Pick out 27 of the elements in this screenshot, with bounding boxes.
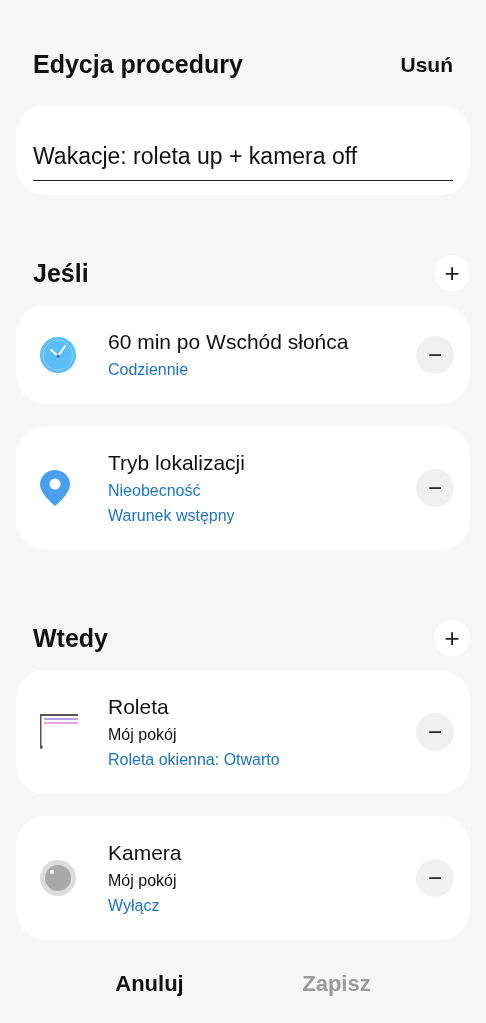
section-title: Wtedy <box>33 623 108 653</box>
item-card[interactable]: Kamera Mój pokój Wyłącz − <box>16 816 470 940</box>
item-title: Roleta <box>108 694 170 720</box>
item-card[interactable]: Tryb lokalizacji Nieobecność Warunek wstępny − <box>16 426 470 550</box>
delete-button[interactable]: Usuń <box>400 52 453 77</box>
page-title: Edycja procedury <box>33 50 243 79</box>
item-title: 60 min po Wschód słońca <box>108 329 350 355</box>
add-button[interactable]: + <box>434 255 470 291</box>
remove-button[interactable]: − <box>416 859 454 897</box>
item-location: Mój pokój <box>108 725 178 745</box>
remove-button[interactable]: − <box>416 713 454 751</box>
item-value: Wyłącz <box>108 896 161 916</box>
item-location: Mój pokój <box>108 871 178 891</box>
item-value: Roleta okienna: Otwarto <box>108 750 281 770</box>
item-value: Codziennie <box>108 360 190 380</box>
add-button[interactable]: + <box>434 620 470 656</box>
item-title: Kamera <box>108 840 183 866</box>
name-field[interactable]: Wakacje: roleta up + kamera off <box>16 105 470 195</box>
item-value: Nieobecność <box>108 481 202 501</box>
item-title: Tryb lokalizacji <box>108 450 246 476</box>
remove-button[interactable]: − <box>416 469 454 507</box>
remove-button[interactable]: − <box>416 335 454 374</box>
footer-button[interactable]: Anuluj <box>105 965 194 1003</box>
item-card[interactable]: Roleta Mój pokój Roleta okienna: Otwarto − <box>16 670 470 794</box>
section-title: Jeśli <box>33 258 89 288</box>
item-value: Warunek wstępny <box>108 506 236 526</box>
item-card[interactable]: 60 min po Wschód słońca Codziennie − <box>16 305 470 404</box>
